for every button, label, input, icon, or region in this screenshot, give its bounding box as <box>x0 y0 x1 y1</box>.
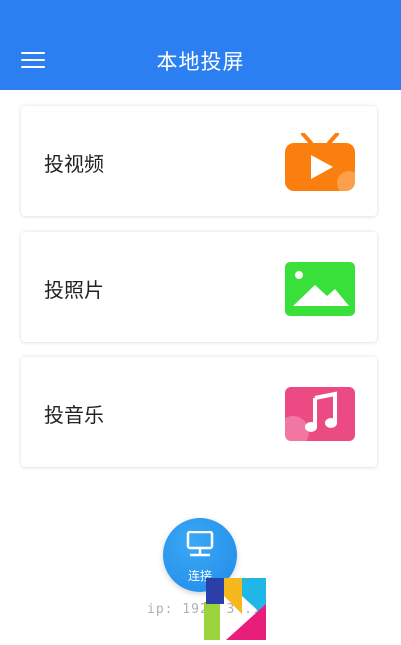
network-monitor-icon <box>186 531 214 557</box>
image-icon <box>285 262 355 316</box>
cast-photo-card[interactable]: 投照片 <box>21 232 377 342</box>
cast-music-label: 投音乐 <box>44 403 104 427</box>
tv-play-icon <box>285 133 355 191</box>
watermark-logo-icon <box>204 578 266 640</box>
cast-video-card[interactable]: 投视频 <box>21 106 377 216</box>
cast-photo-label: 投照片 <box>44 278 104 302</box>
page-title: 本地投屏 <box>156 50 245 74</box>
cast-music-card[interactable]: 投音乐 <box>21 357 377 467</box>
music-note-icon <box>285 387 355 442</box>
app-bar: 本地投屏 <box>0 0 401 90</box>
cast-video-label: 投视频 <box>44 152 104 176</box>
